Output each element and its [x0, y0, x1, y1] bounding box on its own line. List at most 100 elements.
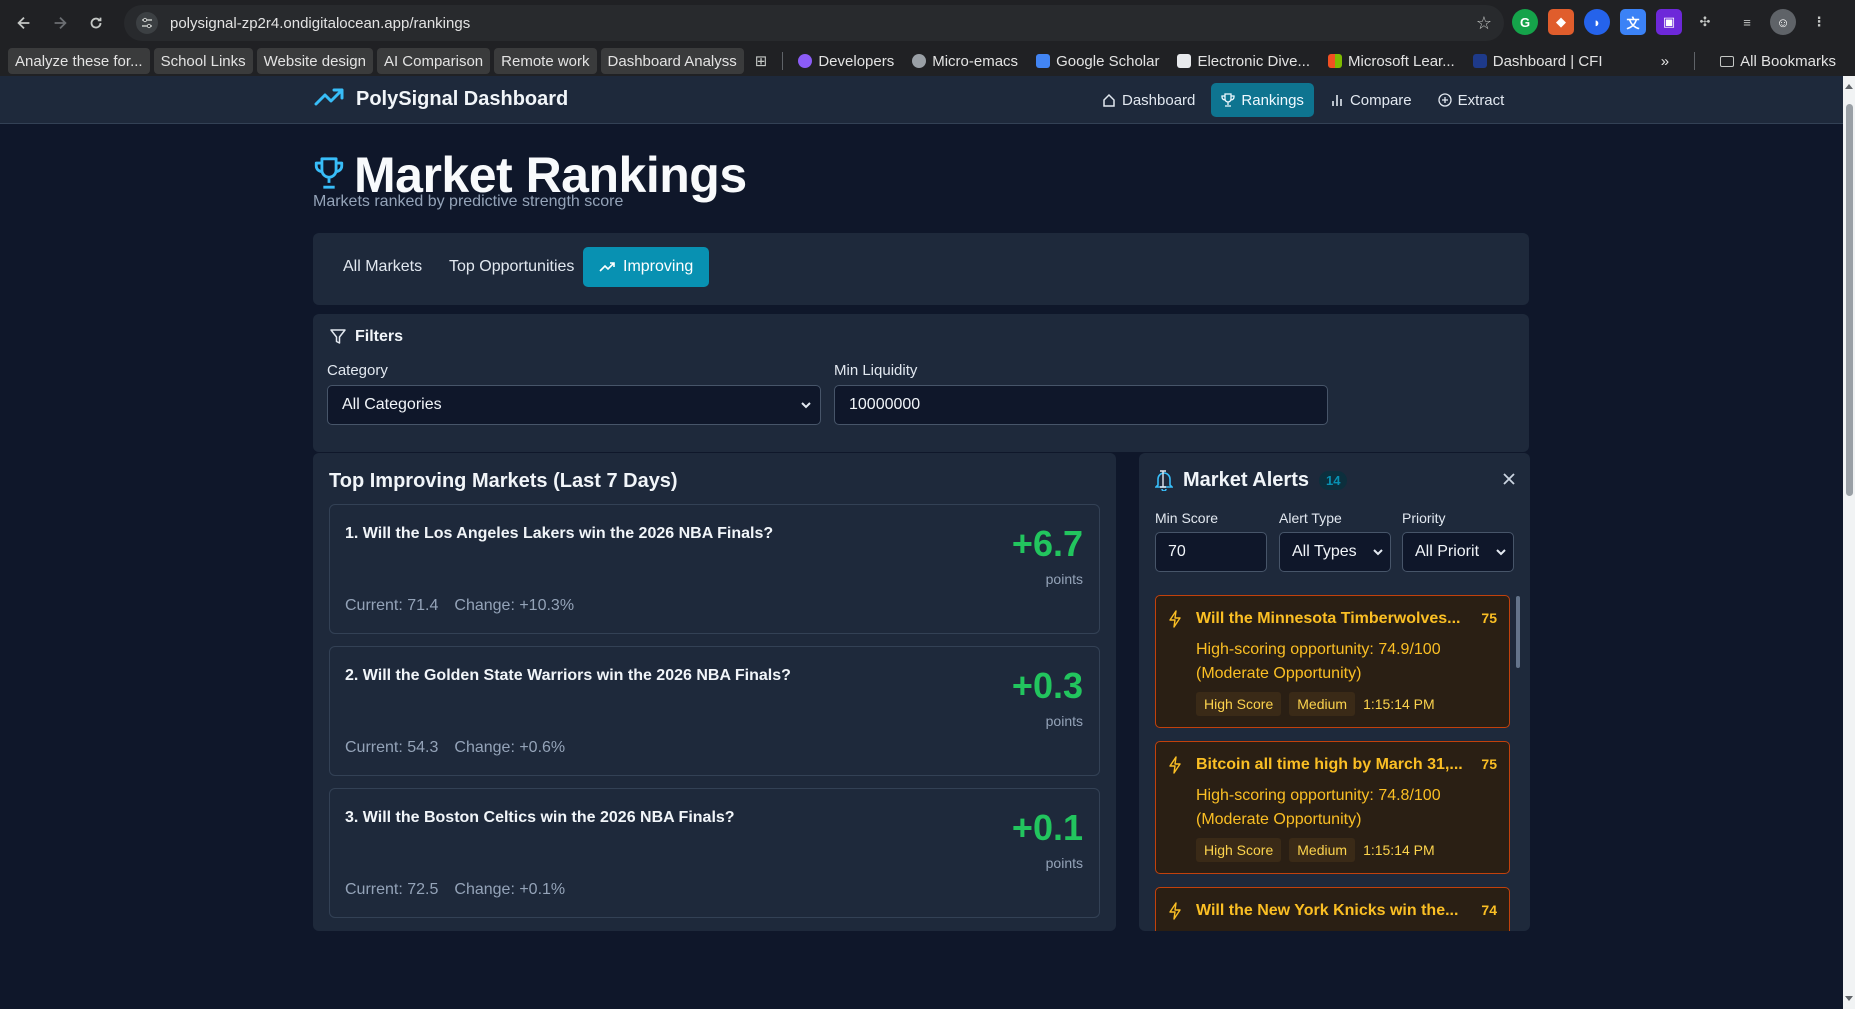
- market-alerts-panel: Market Alerts 14 Min Score 70 Alert Type…: [1139, 453, 1530, 931]
- priority-select[interactable]: All Priorit: [1402, 532, 1514, 572]
- alerts-scrollbar[interactable]: [1516, 596, 1520, 668]
- twitch-icon[interactable]: ▣: [1656, 9, 1682, 35]
- priority-tag: Medium: [1289, 838, 1356, 862]
- nav-compare[interactable]: Compare: [1320, 83, 1422, 117]
- alert-type-tag: High Score: [1196, 692, 1282, 716]
- category-select[interactable]: All Categories: [327, 385, 821, 425]
- alert-tags: High Score Medium 1:15:14 PM: [1196, 692, 1435, 716]
- menu-icon[interactable]: ⋮: [1806, 9, 1832, 35]
- bookmark-item[interactable]: Electronic Dive...: [1170, 48, 1317, 74]
- min-score-value: 70: [1168, 543, 1186, 560]
- bookmark-item[interactable]: School Links: [153, 48, 253, 74]
- close-icon[interactable]: [1502, 472, 1516, 491]
- score-unit: points: [1045, 571, 1083, 587]
- bookmark-item[interactable]: Dashboard Analyss: [600, 48, 744, 74]
- market-card[interactable]: 1. Will the Los Angeles Lakers win the 2…: [329, 504, 1100, 634]
- lightning-icon: [1169, 902, 1181, 920]
- chevron-down-icon: [1495, 546, 1507, 558]
- puzzle-icon[interactable]: ✣: [1692, 9, 1718, 35]
- scroll-up-icon[interactable]: [1845, 84, 1853, 89]
- brand[interactable]: PolySignal Dashboard: [314, 86, 568, 113]
- scrollbar-thumb[interactable]: [1846, 104, 1853, 496]
- reload-icon[interactable]: [78, 5, 114, 41]
- forward-icon[interactable]: [42, 5, 78, 41]
- current-score: Current: 72.5: [345, 881, 439, 898]
- nav-label: Extract: [1457, 91, 1505, 109]
- score-delta: +0.1: [1011, 807, 1083, 848]
- bookmark-item[interactable]: Analyze these for...: [8, 48, 150, 74]
- alert-type-select[interactable]: All Types: [1279, 532, 1391, 572]
- bookmark-label: Developers: [818, 52, 895, 70]
- alert-card[interactable]: Will the Minnesota Timberwolves... 75 Hi…: [1155, 595, 1510, 728]
- ranking-tabs: All Markets Top Opportunities Improving: [313, 233, 1529, 305]
- nav-extract[interactable]: Extract: [1428, 83, 1515, 117]
- min-score-input[interactable]: 70: [1155, 532, 1267, 572]
- cfi-icon: [1472, 54, 1487, 68]
- tab-top-opportunities[interactable]: Top Opportunities: [433, 247, 590, 287]
- apps-grid-icon[interactable]: ⊞: [748, 48, 775, 74]
- bookmark-item[interactable]: Microsoft Lear...: [1321, 48, 1462, 74]
- alert-message: High-scoring opportunity: 74.8/100 (Mode…: [1196, 787, 1441, 828]
- shield-icon[interactable]: ◗: [1584, 9, 1610, 35]
- lightning-icon: [1169, 610, 1181, 628]
- bookmark-star-icon[interactable]: ☆: [1476, 13, 1492, 34]
- market-card[interactable]: 3. Will the Boston Celtics win the 2026 …: [329, 788, 1100, 918]
- scholar-icon: [1036, 54, 1051, 68]
- chevron-down-icon: [1372, 546, 1384, 558]
- bookmark-item[interactable]: Developers: [791, 48, 901, 74]
- tab-search-icon[interactable]: ≡: [1734, 9, 1760, 35]
- avatar[interactable]: ☺: [1770, 9, 1796, 35]
- priority-value: All Priorit: [1415, 543, 1480, 560]
- change-percent: Change: +10.3%: [454, 597, 575, 614]
- alert-card[interactable]: Bitcoin all time high by March 31,... 75…: [1155, 741, 1510, 874]
- market-question: 3. Will the Boston Celtics win the 2026 …: [345, 809, 735, 826]
- bookmark-label: Website design: [263, 52, 366, 70]
- bookmark-item[interactable]: Google Scholar: [1029, 48, 1166, 74]
- site-settings-icon[interactable]: [136, 12, 158, 34]
- bookmark-item[interactable]: Dashboard | CFI: [1466, 48, 1610, 74]
- url-text: polysignal-zp2r4.ondigitalocean.app/rank…: [170, 14, 471, 32]
- min-liquidity-label: Min Liquidity: [834, 362, 918, 379]
- bookmark-item[interactable]: AI Comparison: [376, 48, 491, 74]
- nav-label: Dashboard: [1122, 91, 1196, 109]
- improving-markets-panel: Top Improving Markets (Last 7 Days) 1. W…: [313, 453, 1116, 931]
- address-bar[interactable]: polysignal-zp2r4.ondigitalocean.app/rank…: [124, 5, 1504, 41]
- market-card[interactable]: 2. Will the Golden State Warriors win th…: [329, 646, 1100, 776]
- tab-improving[interactable]: Improving: [583, 247, 710, 287]
- grammarly-icon[interactable]: G: [1512, 9, 1538, 35]
- extensions-bar: G ◆ ◗ 文 ▣ ✣ ≡ ☺ ⋮: [1512, 9, 1832, 35]
- bookmark-item[interactable]: Website design: [256, 48, 373, 74]
- nav-dashboard[interactable]: Dashboard: [1092, 83, 1205, 117]
- globe-icon: [912, 54, 927, 68]
- scroll-down-icon[interactable]: [1845, 996, 1853, 1001]
- filters-heading: Filters: [329, 328, 403, 346]
- min-liquidity-input[interactable]: 10000000: [834, 385, 1328, 425]
- all-bookmarks-button[interactable]: All Bookmarks: [1713, 48, 1843, 74]
- home-icon: [1103, 93, 1115, 107]
- alert-card[interactable]: Will the New York Knicks win the... 74: [1155, 887, 1510, 931]
- alert-time: 1:15:14 PM: [1363, 696, 1435, 712]
- bookmark-label: Google Scholar: [1056, 52, 1160, 70]
- bookmark-label: Dashboard Analyss: [607, 52, 737, 70]
- more-bookmarks-button[interactable]: »: [1654, 48, 1676, 74]
- back-icon[interactable]: [6, 5, 42, 41]
- market-meta: Current: 72.5 Change: +0.1%: [345, 881, 565, 899]
- tab-all-markets[interactable]: All Markets: [327, 247, 438, 287]
- filters-title: Filters: [355, 328, 404, 345]
- lightning-icon: [1169, 756, 1181, 774]
- filter-icon: [330, 329, 346, 344]
- alerts-heading: Market Alerts 14: [1155, 469, 1348, 492]
- trending-up-icon: [314, 86, 344, 113]
- bookmark-item[interactable]: Remote work: [494, 48, 597, 74]
- translate-icon[interactable]: 文: [1620, 9, 1646, 35]
- bookmark-label: Dashboard | CFI: [1492, 52, 1603, 70]
- bookmark-label: Analyze these for...: [15, 52, 143, 70]
- page-scrollbar[interactable]: [1843, 76, 1855, 1009]
- bookmark-item[interactable]: Micro-emacs: [905, 48, 1025, 74]
- microsoft-icon: [1328, 54, 1343, 68]
- alert-type-label: Alert Type: [1279, 510, 1342, 526]
- alert-score: 75: [1481, 756, 1497, 772]
- improving-title: Top Improving Markets (Last 7 Days): [329, 470, 678, 492]
- extension-icon[interactable]: ◆: [1548, 9, 1574, 35]
- nav-rankings[interactable]: Rankings: [1211, 83, 1314, 117]
